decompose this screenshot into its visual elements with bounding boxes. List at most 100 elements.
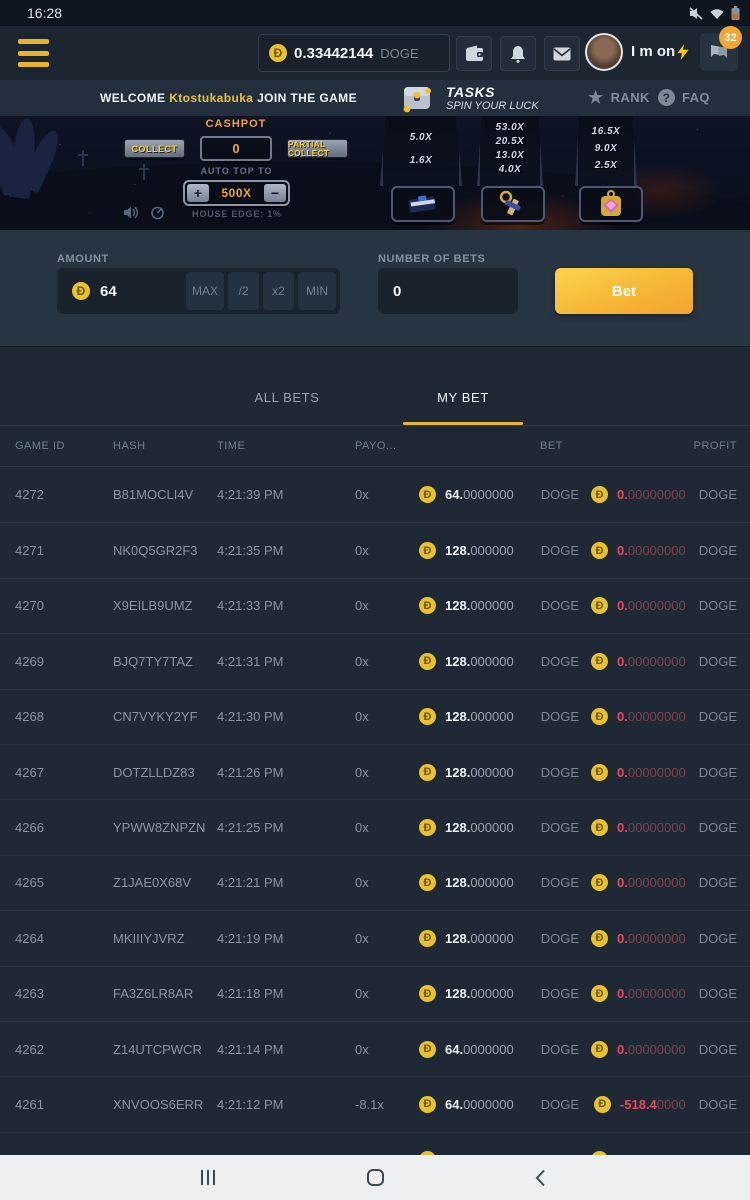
table-row[interactable]: 4264 MKIIIYJVRZ 4:21:19 PM 0x Đ 128.0000… bbox=[0, 910, 750, 965]
tasks-subtitle: SPIN YOUR LUCK bbox=[446, 100, 539, 112]
sound-icon[interactable] bbox=[124, 206, 139, 219]
doge-coin-icon: Đ bbox=[419, 930, 436, 947]
ankh-item[interactable] bbox=[481, 186, 545, 222]
recents-button[interactable] bbox=[178, 1155, 238, 1200]
bell-icon bbox=[510, 45, 526, 63]
table-row[interactable]: 4270 X9EILB9UMZ 4:21:33 PM 0x Đ 128.0000… bbox=[0, 578, 750, 633]
avatar[interactable] bbox=[585, 33, 623, 71]
table-row[interactable]: 4269 BJQ7TY7TAZ 4:21:31 PM 0x Đ 128.0000… bbox=[0, 633, 750, 688]
game-id-cell: 4264 bbox=[0, 931, 113, 946]
doge-coin-icon: Đ bbox=[419, 1096, 436, 1113]
decrease-button[interactable]: − bbox=[264, 184, 286, 202]
game-id-cell: 4269 bbox=[0, 654, 113, 669]
faq-link[interactable]: ? FAQ bbox=[658, 89, 710, 106]
envelope-icon bbox=[553, 47, 571, 61]
bet-currency: DOGE bbox=[541, 598, 579, 613]
android-navbar bbox=[0, 1155, 750, 1200]
balance-selector[interactable]: Đ 0.33442144 DOGE bbox=[258, 34, 450, 72]
ankh-item-icon bbox=[496, 190, 530, 218]
bet-button[interactable]: Bet bbox=[555, 268, 693, 314]
bets-tabs: ALL BETS MY BET bbox=[0, 347, 750, 425]
table-row[interactable]: 4267 DOTZLLDZ83 4:21:26 PM 0x Đ 128.0000… bbox=[0, 744, 750, 799]
time-cell: 4:21:21 PM bbox=[217, 875, 355, 890]
double-button[interactable]: x2 bbox=[263, 272, 294, 310]
game-id-cell: 4262 bbox=[0, 1042, 113, 1057]
col-bet: BET bbox=[419, 440, 579, 452]
table-row[interactable]: 4265 Z1JAE0X68V 4:21:21 PM 0x Đ 128.0000… bbox=[0, 855, 750, 910]
table-row[interactable]: 4266 YPWW8ZNPZN 4:21:25 PM 0x Đ 128.0000… bbox=[0, 799, 750, 854]
menu-button[interactable] bbox=[18, 39, 49, 67]
bet-currency: DOGE bbox=[541, 931, 579, 946]
back-button[interactable] bbox=[510, 1155, 570, 1200]
username[interactable]: I m on bbox=[631, 43, 689, 60]
game-id-cell: 4270 bbox=[0, 598, 113, 613]
tab-all-bets[interactable]: ALL BETS bbox=[199, 390, 375, 425]
doge-coin-icon: Đ bbox=[591, 764, 608, 781]
table-row[interactable]: 4268 CN7VYKY2YF 4:21:30 PM 0x Đ 128.0000… bbox=[0, 689, 750, 744]
mail-button[interactable] bbox=[544, 36, 580, 71]
min-button[interactable]: MIN bbox=[298, 272, 336, 310]
grave-cross bbox=[82, 150, 84, 166]
time-cell: 4:21:30 PM bbox=[217, 709, 355, 724]
gem-item-icon bbox=[596, 190, 626, 218]
home-button[interactable] bbox=[345, 1155, 405, 1200]
tab-my-bet[interactable]: MY BET bbox=[375, 390, 551, 425]
amount-value: 64 bbox=[100, 283, 182, 300]
number-of-bets-input[interactable]: 0 bbox=[378, 268, 518, 314]
home-icon bbox=[367, 1169, 384, 1186]
house-edge-label: HOUSE EDGE: 1% bbox=[192, 209, 282, 219]
notifications-button[interactable] bbox=[500, 36, 536, 71]
amount-input[interactable]: Đ 64 MAX /2 x2 MIN bbox=[57, 268, 340, 314]
profit-currency: DOGE bbox=[699, 543, 737, 558]
time-cell: 4:21:33 PM bbox=[217, 598, 355, 613]
table-row[interactable]: 4263 FA3Z6LR8AR 4:21:18 PM 0x Đ 128.0000… bbox=[0, 966, 750, 1021]
bet-value: 128.000000 bbox=[445, 543, 514, 558]
shell-icon[interactable] bbox=[150, 206, 165, 220]
half-button[interactable]: /2 bbox=[228, 272, 259, 310]
time-cell: 4:21:31 PM bbox=[217, 654, 355, 669]
doge-coin-icon: Đ bbox=[419, 597, 436, 614]
profit-cell: Đ 0.00000000 DOGE bbox=[579, 597, 750, 614]
wallet-button[interactable] bbox=[456, 36, 492, 71]
bet-value: 128.000000 bbox=[445, 598, 514, 613]
table-header: GAME ID HASH TIME PAYO... BET PROFIT bbox=[0, 425, 750, 467]
table-row[interactable]: 4262 Z14UTCPWCR 4:21:14 PM 0x Đ 64.00000… bbox=[0, 1021, 750, 1076]
doge-coin-icon: Đ bbox=[419, 1041, 436, 1058]
doge-coin-icon: Đ bbox=[269, 44, 287, 62]
collect-button[interactable]: COLLECT bbox=[124, 139, 185, 158]
bet-cell: Đ 64.0000000 DOGE bbox=[419, 486, 579, 503]
bet-cell: Đ 128.000000 DOGE bbox=[419, 542, 579, 559]
hash-cell: CN7VYKY2YF bbox=[113, 709, 217, 724]
doge-coin-icon: Đ bbox=[72, 282, 90, 300]
increase-button[interactable]: + bbox=[187, 184, 209, 202]
bet-value: 128.000000 bbox=[445, 709, 514, 724]
table-row[interactable]: 4261 XNVOOS6ERR 4:21:12 PM -8.1x Đ 64.00… bbox=[0, 1076, 750, 1131]
book-item[interactable] bbox=[391, 186, 455, 222]
game-id-cell: 4267 bbox=[0, 765, 113, 780]
profit-value: 0.00000000 bbox=[617, 1042, 686, 1057]
tasks-link[interactable]: TASKS SPIN YOUR LUCK bbox=[400, 83, 539, 113]
battery-icon bbox=[731, 6, 740, 21]
partial-collect-button[interactable]: PARTIAL COLLECT bbox=[287, 139, 348, 158]
time-cell: 4:21:12 PM bbox=[217, 1097, 355, 1112]
doge-coin-icon: Đ bbox=[419, 819, 436, 836]
bet-value: 128.000000 bbox=[445, 765, 514, 780]
bet-currency: DOGE bbox=[541, 1042, 579, 1057]
max-button[interactable]: MAX bbox=[186, 272, 224, 310]
profit-currency: DOGE bbox=[699, 820, 737, 835]
back-icon bbox=[535, 1169, 546, 1187]
table-row[interactable]: 4271 NK0Q5GR2F3 4:21:35 PM 0x Đ 128.0000… bbox=[0, 522, 750, 577]
profit-cell: Đ 0.00000000 DOGE bbox=[579, 764, 750, 781]
auto-top-value: 500X bbox=[221, 186, 251, 200]
bet-controls-panel: AMOUNT Đ 64 MAX /2 x2 MIN NUMBER OF BETS… bbox=[0, 230, 750, 347]
table-row[interactable]: 4272 B81MOCLI4V 4:21:39 PM 0x Đ 64.00000… bbox=[0, 467, 750, 522]
hash-cell: MKIIIYJVRZ bbox=[113, 931, 217, 946]
doge-coin-icon: Đ bbox=[419, 874, 436, 891]
app-header: Đ 0.33442144 DOGE I m on 32 bbox=[0, 26, 750, 80]
profit-currency: DOGE bbox=[699, 875, 737, 890]
doge-coin-icon: Đ bbox=[591, 486, 608, 503]
gem-item[interactable] bbox=[579, 186, 643, 222]
profit-cell: Đ 0.00000000 DOGE bbox=[579, 819, 750, 836]
rank-link[interactable]: ★ RANK bbox=[588, 89, 650, 106]
time-cell: 4:21:39 PM bbox=[217, 487, 355, 502]
